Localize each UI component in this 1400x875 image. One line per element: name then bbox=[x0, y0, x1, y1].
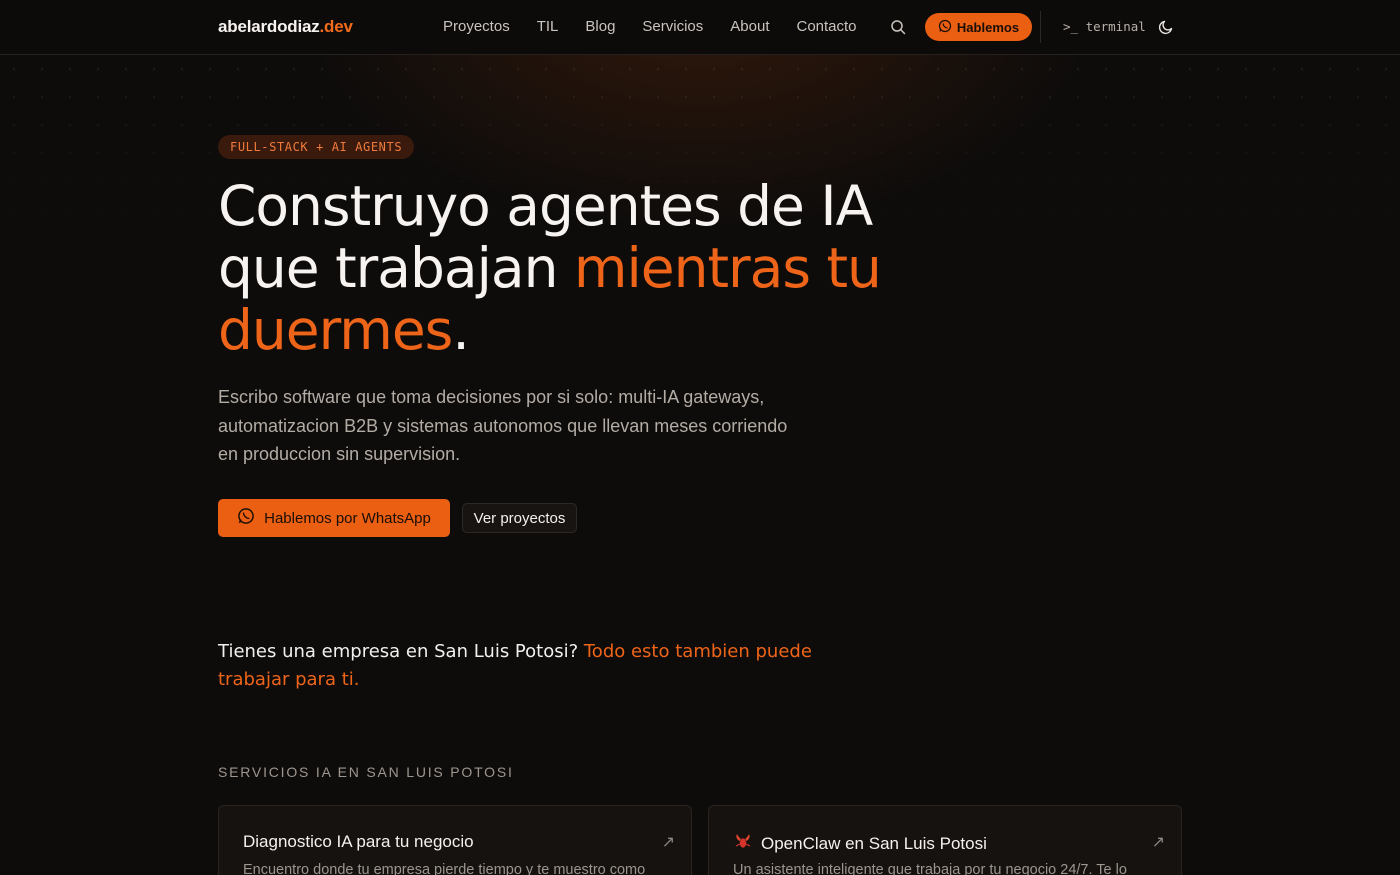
local-pitch: Tienes una empresa en San Luis Potosi? T… bbox=[218, 638, 878, 694]
arrow-up-right-icon: ↗ bbox=[661, 832, 675, 851]
services-section-title: SERVICIOS IA EN SAN LUIS POTOSI bbox=[218, 764, 514, 780]
arrow-up-right-icon: ↗ bbox=[1151, 832, 1165, 851]
nav-divider bbox=[1040, 11, 1041, 43]
brand-main: abelardodiaz bbox=[218, 17, 320, 36]
hero-lead: Escribo software que toma decisiones por… bbox=[218, 387, 788, 464]
service-card-diagnostico[interactable]: Diagnostico IA para tu negocio ↗ Encuent… bbox=[218, 805, 692, 875]
whatsapp-icon bbox=[938, 19, 952, 36]
search-icon[interactable] bbox=[890, 19, 906, 35]
service-card-title: Diagnostico IA para tu negocio bbox=[243, 832, 474, 852]
service-card-title-text: OpenClaw en San Luis Potosi bbox=[761, 833, 987, 853]
ver-proyectos-button[interactable]: Ver proyectos bbox=[462, 503, 577, 533]
top-nav: abelardodiaz.dev Proyectos TIL Blog Serv… bbox=[0, 0, 1400, 55]
brand-accent: .dev bbox=[319, 17, 353, 36]
nav-link-blog[interactable]: Blog bbox=[585, 18, 615, 35]
hero-badge: FULL-STACK + AI AGENTS bbox=[218, 135, 415, 159]
nav-links: Proyectos TIL Blog Servicios About Conta… bbox=[443, 18, 884, 35]
hablemos-button[interactable]: Hablemos bbox=[925, 13, 1032, 41]
whatsapp-button[interactable]: Hablemos por WhatsApp bbox=[218, 499, 450, 537]
service-card-description: Un asistente inteligente que trabaja por… bbox=[733, 862, 1127, 875]
moon-icon[interactable] bbox=[1158, 19, 1174, 35]
lobster-icon bbox=[733, 832, 753, 855]
terminal-button[interactable]: >_ terminal bbox=[1063, 19, 1146, 34]
local-question: Tienes una empresa en San Luis Potosi? bbox=[218, 641, 584, 662]
service-card-title-text: Diagnostico IA para tu negocio bbox=[243, 832, 474, 851]
service-card-title: OpenClaw en San Luis Potosi bbox=[733, 832, 987, 855]
nav-link-contacto[interactable]: Contacto bbox=[796, 18, 856, 35]
hero-title-end: . bbox=[452, 298, 470, 362]
nav-link-proyectos[interactable]: Proyectos bbox=[443, 18, 510, 35]
hero-title: Construyo agentes de IA que trabajan mie… bbox=[218, 175, 978, 361]
nav-link-about[interactable]: About bbox=[730, 18, 769, 35]
service-card-description: Encuentro donde tu empresa pierde tiempo… bbox=[243, 862, 646, 875]
whatsapp-button-label: Hablemos por WhatsApp bbox=[264, 509, 431, 527]
hablemos-label: Hablemos bbox=[956, 19, 1020, 35]
brand-logo[interactable]: abelardodiaz.dev bbox=[218, 17, 353, 37]
nav-link-til[interactable]: TIL bbox=[537, 18, 559, 35]
nav-link-servicios[interactable]: Servicios bbox=[642, 18, 703, 35]
service-card-openclaw[interactable]: OpenClaw en San Luis Potosi ↗ Un asisten… bbox=[708, 805, 1182, 875]
whatsapp-icon bbox=[237, 507, 255, 529]
